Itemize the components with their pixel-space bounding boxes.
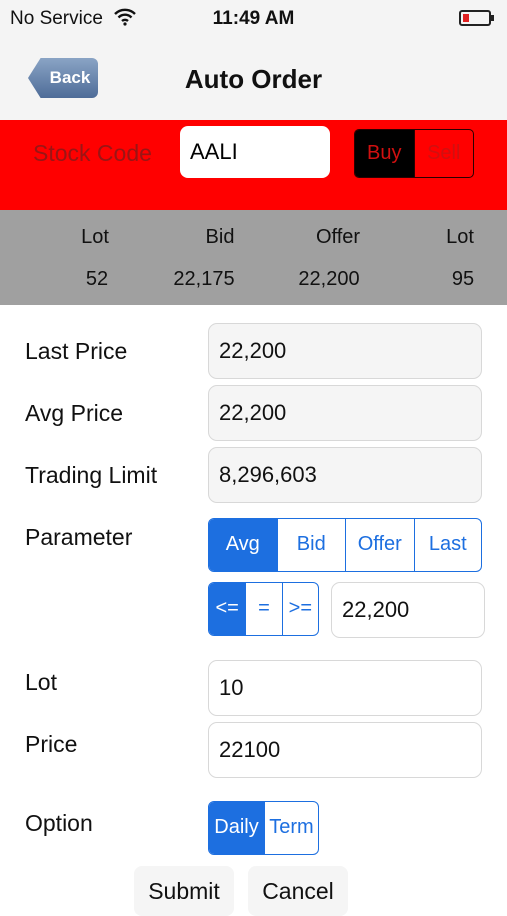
option-label: Option [25,810,93,836]
navigation-bar: Back Auto Order [0,38,507,120]
status-bar: No Service 11:49 AM [0,0,507,38]
trading-limit-field: 8,296,603 [208,447,482,503]
operator-greater-equal[interactable]: >= [281,583,318,635]
stock-code-input[interactable] [180,126,330,178]
quote-bar: Lot Bid Offer Lot 52 22,175 22,200 95 [0,210,507,305]
last-price-field: 22,200 [208,323,482,379]
quote-bid-lot-value: 52 [85,268,109,290]
avg-price-label: Avg Price [25,400,124,426]
operator-segmented-control: <= = >= [208,582,319,636]
lot-input[interactable]: 10 [208,660,482,716]
quote-offer-value: 22,200 [298,268,360,290]
price-input[interactable]: 22100 [208,722,482,778]
trading-limit-label: Trading Limit [25,462,158,488]
order-header: Stock Code Buy Sell [0,120,507,210]
operator-equal[interactable]: = [245,583,281,635]
quote-header-offer-lot: Lot [446,226,474,248]
parameter-value-input[interactable]: 22,200 [331,582,485,638]
option-daily[interactable]: Daily [209,802,264,854]
parameter-avg[interactable]: Avg [209,519,277,571]
quote-header-bid: Bid [205,226,235,248]
lot-label: Lot [25,669,57,695]
buy-sell-toggle: Buy Sell [354,129,474,178]
sell-toggle[interactable]: Sell [413,130,474,177]
parameter-last[interactable]: Last [413,519,482,571]
price-label: Price [25,731,78,757]
option-segmented-control: Daily Term [208,801,319,855]
page-title: Auto Order [184,64,323,94]
avg-price-field: 22,200 [208,385,482,441]
parameter-segmented-control: Avg Bid Offer Last [208,518,482,572]
quote-offer-lot-value: 95 [451,268,475,290]
stock-code-label: Stock Code [33,140,152,166]
option-term[interactable]: Term [263,802,318,854]
last-price-label: Last Price [25,338,128,364]
parameter-offer[interactable]: Offer [345,519,414,571]
battery-icon [459,10,494,26]
parameter-label: Parameter [25,524,133,550]
status-time: 11:49 AM [212,8,295,29]
quote-header-offer: Offer [315,226,361,248]
quote-bid-value: 22,175 [173,268,235,290]
buy-toggle[interactable]: Buy [355,130,414,177]
operator-less-equal[interactable]: <= [209,583,246,635]
submit-button[interactable]: Submit [134,866,234,916]
quote-header-bid-lot: Lot [81,226,109,248]
parameter-bid[interactable]: Bid [276,519,346,571]
cancel-button[interactable]: Cancel [248,866,348,916]
